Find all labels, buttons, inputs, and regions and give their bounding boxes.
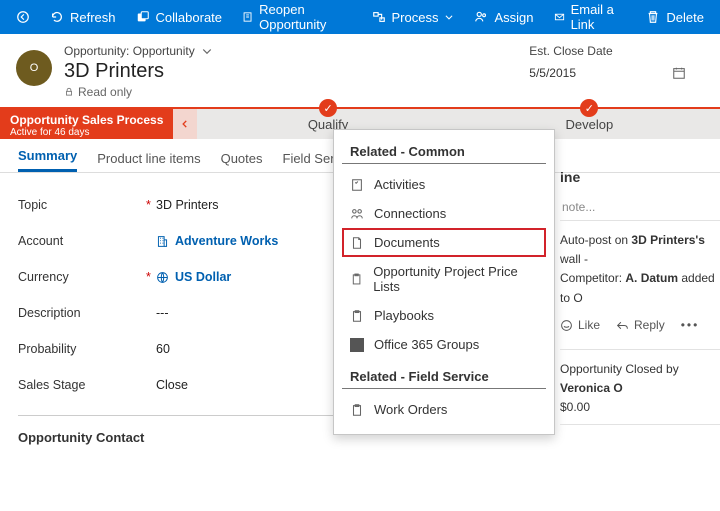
like-button[interactable]: Like	[560, 316, 600, 335]
email-label: Email a Link	[571, 2, 627, 32]
documents-icon	[350, 236, 364, 250]
related-work-orders[interactable]: Work Orders	[342, 395, 546, 424]
chevron-down-icon	[201, 45, 213, 57]
more-button[interactable]: •••	[681, 316, 700, 335]
entity-breadcrumb[interactable]: Opportunity: Opportunity	[64, 44, 529, 58]
connections-icon	[350, 207, 364, 221]
breadcrumb-text: Opportunity: Opportunity	[64, 44, 195, 58]
command-bar: Refresh Collaborate Reopen Opportunity P…	[0, 0, 720, 34]
assign-label: Assign	[494, 10, 533, 25]
refresh-label: Refresh	[70, 10, 116, 25]
required-marker: *	[146, 270, 156, 284]
probability-label: Probability	[18, 342, 138, 356]
activities-icon	[350, 178, 364, 192]
timeline-post: Opportunity Closed by Veronica O $0.00	[560, 350, 720, 425]
record-header: O Opportunity: Opportunity 3D Printers R…	[0, 34, 720, 107]
clipboard-icon	[350, 403, 364, 417]
summary-form: Topic * 3D Printers Account Adventure Wo…	[18, 187, 368, 445]
related-item-label: Connections	[374, 206, 446, 221]
clipboard-icon	[350, 272, 363, 286]
related-common-header: Related - Common	[342, 144, 546, 164]
close-date-value[interactable]: 5/5/2015	[529, 66, 576, 80]
process-prev-button[interactable]	[173, 109, 197, 139]
related-office365-groups[interactable]: Office 365 Groups	[342, 330, 546, 359]
related-activities[interactable]: Activities	[342, 170, 546, 199]
timeline-post: Auto-post on 3D Printers's wall - Compet…	[560, 221, 720, 350]
process-subtitle: Active for 46 days	[10, 127, 163, 139]
account-value: Adventure Works	[175, 234, 278, 248]
reopen-label: Reopen Opportunity	[259, 2, 351, 32]
timeline-heading: ine	[560, 169, 720, 185]
process-title: Opportunity Sales Process	[10, 113, 163, 127]
form-body: Topic * 3D Printers Account Adventure Wo…	[0, 173, 720, 459]
timeline-note-input[interactable]: note...	[560, 195, 720, 221]
building-icon	[156, 235, 169, 248]
process-button[interactable]: Process	[362, 0, 465, 34]
tab-quotes[interactable]: Quotes	[221, 143, 263, 172]
related-connections[interactable]: Connections	[342, 199, 546, 228]
reopen-button[interactable]: Reopen Opportunity	[232, 0, 361, 34]
globe-icon	[156, 271, 169, 284]
check-icon: ✓	[580, 99, 598, 117]
tab-summary[interactable]: Summary	[18, 140, 77, 172]
related-item-label: Activities	[374, 177, 425, 192]
delete-label: Delete	[666, 10, 704, 25]
section-opportunity-contact: Opportunity Contact	[18, 415, 368, 445]
entity-avatar: O	[16, 50, 52, 86]
related-item-label: Work Orders	[374, 402, 447, 417]
reply-icon	[616, 319, 629, 332]
related-field-service-header: Related - Field Service	[342, 369, 546, 389]
refresh-button[interactable]: Refresh	[40, 0, 126, 34]
like-label: Like	[578, 316, 600, 335]
collaborate-button[interactable]: Collaborate	[126, 0, 233, 34]
currency-value: US Dollar	[175, 270, 231, 284]
topic-label: Topic	[18, 198, 138, 212]
tab-product-line-items[interactable]: Product line items	[97, 143, 200, 172]
calendar-icon[interactable]	[672, 66, 686, 80]
square-icon	[350, 338, 364, 352]
close-date-label: Est. Close Date	[529, 44, 686, 58]
account-label: Account	[18, 234, 138, 248]
currency-label: Currency	[18, 270, 138, 284]
email-button[interactable]: Email a Link	[544, 0, 637, 34]
record-title: 3D Printers	[64, 60, 529, 83]
amount-value: $0.00	[560, 400, 590, 414]
process-title-block: Opportunity Sales Process Active for 46 …	[0, 109, 173, 139]
lock-icon	[64, 87, 74, 97]
readonly-label: Read only	[78, 85, 132, 99]
related-price-lists[interactable]: Opportunity Project Price Lists	[342, 257, 546, 301]
assign-button[interactable]: Assign	[464, 0, 543, 34]
related-item-label: Opportunity Project Price Lists	[373, 264, 538, 294]
process-label: Process	[392, 10, 439, 25]
related-item-label: Documents	[374, 235, 440, 250]
timeline-panel: ine note... Auto-post on 3D Printers's w…	[560, 169, 720, 425]
related-item-label: Office 365 Groups	[374, 337, 479, 352]
check-icon: ✓	[319, 99, 337, 117]
sales-stage-label: Sales Stage	[18, 378, 138, 392]
related-item-label: Playbooks	[374, 308, 434, 323]
stage-label: Develop	[566, 117, 614, 132]
smile-icon	[560, 319, 573, 332]
related-flyout: Related - Common Activities Connections …	[333, 129, 555, 435]
related-playbooks[interactable]: Playbooks	[342, 301, 546, 330]
description-label: Description	[18, 306, 138, 320]
collaborate-label: Collaborate	[156, 10, 223, 25]
related-documents[interactable]: Documents	[342, 228, 546, 257]
chevron-down-icon	[444, 12, 454, 22]
clipboard-icon	[350, 309, 364, 323]
back-button[interactable]	[6, 0, 40, 34]
required-marker: *	[146, 198, 156, 212]
delete-button[interactable]: Delete	[636, 0, 714, 34]
reply-label: Reply	[634, 316, 665, 335]
reply-button[interactable]: Reply	[616, 316, 665, 335]
